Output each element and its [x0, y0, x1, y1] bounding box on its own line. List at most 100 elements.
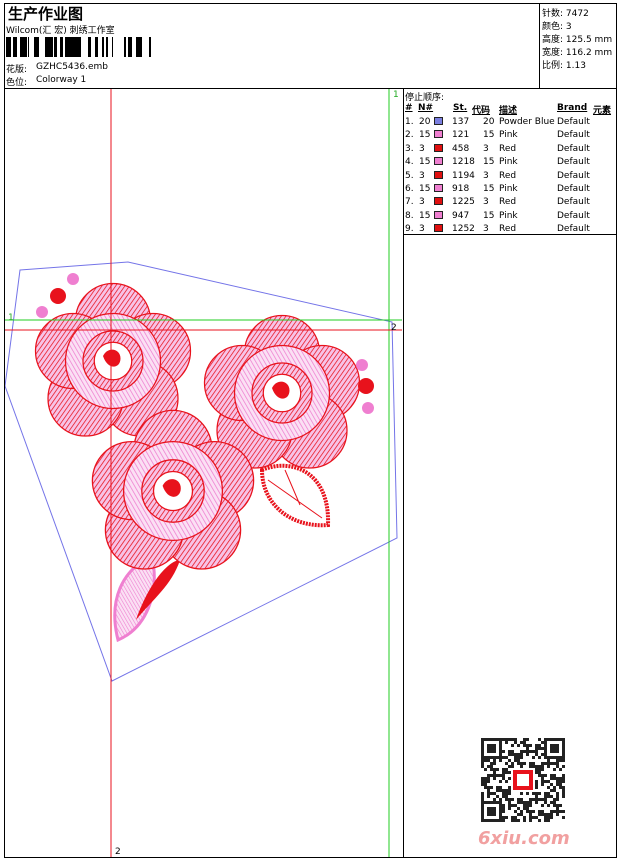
- row-code: 15: [483, 210, 495, 221]
- row-brand: Default: [557, 170, 590, 181]
- row-code: 3: [483, 143, 489, 154]
- stop-row: 2. 15 121 15 Pink Default: [405, 130, 620, 143]
- row-code: 3: [483, 197, 489, 208]
- row-index: 2.: [405, 130, 414, 141]
- row-stitches: 1218: [452, 157, 475, 168]
- stop-row: 3. 3 458 3 Red Default: [405, 143, 620, 157]
- spec-scale: 比例: 1.13: [542, 61, 586, 71]
- row-needle: 20: [419, 117, 431, 127]
- row-description: Red: [499, 197, 517, 208]
- row-needle: 15: [419, 130, 431, 141]
- row-index: 9.: [405, 224, 414, 235]
- row-description: Pink: [499, 130, 518, 141]
- row-needle: 3: [419, 224, 425, 235]
- spec-width: 宽度: 116.2 mm: [542, 48, 613, 58]
- color-swatch: [434, 143, 443, 152]
- row-code: 20: [483, 117, 495, 127]
- stop-row: 6. 15 918 15 Pink Default: [405, 184, 620, 197]
- dot-pink-4: [362, 402, 374, 414]
- leaf-right: [259, 463, 331, 528]
- row-needle: 3: [419, 170, 425, 181]
- row-needle: 15: [419, 184, 431, 194]
- row-description: Red: [499, 170, 517, 181]
- color-swatch: [434, 130, 443, 139]
- row-brand: Default: [557, 117, 590, 127]
- dot-red-1: [50, 288, 66, 304]
- color-swatch: [434, 197, 443, 206]
- row-stitches: 1225: [452, 197, 475, 208]
- row-index: 3.: [405, 143, 414, 154]
- row-brand: Default: [557, 157, 590, 168]
- page-title: 生产作业图: [8, 5, 84, 23]
- pattern-file: GZHC5436.emb: [36, 62, 108, 72]
- stop-row: 5. 3 1194 3 Red Default: [405, 170, 620, 184]
- row-description: Red: [499, 224, 517, 235]
- color-swatch: [434, 210, 443, 219]
- stop-row: 4. 15 1218 15 Pink Default: [405, 157, 620, 170]
- design-canvas: 1 1 2 2: [5, 89, 402, 857]
- dot-pink-3: [356, 359, 368, 371]
- row-needle: 3: [419, 143, 425, 154]
- row-code: 15: [483, 157, 495, 168]
- row-index: 1.: [405, 117, 414, 127]
- row-brand: Default: [557, 224, 590, 235]
- dot-red-2: [358, 378, 374, 394]
- row-index: 7.: [405, 197, 414, 208]
- row-description: Pink: [499, 184, 518, 194]
- row-description: Pink: [499, 157, 518, 168]
- row-stitches: 1252: [452, 224, 475, 235]
- row-stitches: 918: [452, 184, 470, 194]
- row-brand: Default: [557, 143, 590, 154]
- row-code: 3: [483, 224, 489, 235]
- color-swatch: [434, 117, 443, 125]
- stop-sequence-title: 停止顺序:: [405, 93, 445, 103]
- stop-row: 8. 15 947 15 Pink Default: [405, 210, 620, 224]
- color-swatch: [434, 224, 443, 233]
- row-stitches: 1194: [452, 170, 475, 181]
- panel-divider: [403, 88, 404, 858]
- row-index: 4.: [405, 157, 414, 168]
- stop-row: 9. 3 1252 3 Red Default: [405, 224, 620, 237]
- row-brand: Default: [557, 210, 590, 221]
- dot-pink-1: [67, 273, 79, 285]
- spec-stitches: 针数: 7472: [542, 9, 589, 19]
- label-red-v: 2: [115, 847, 121, 857]
- col-brand: Brand: [557, 103, 588, 113]
- col-description: 描述: [499, 106, 518, 116]
- row-code: 3: [483, 170, 489, 181]
- row-description: Red: [499, 143, 517, 154]
- row-brand: Default: [557, 184, 590, 194]
- row-description: Powder Blue: [499, 117, 555, 127]
- row-stitches: 137: [452, 117, 470, 127]
- color-swatch: [434, 184, 443, 192]
- label-green-v: 1: [393, 90, 399, 100]
- watermark-logo: 6xiu.com: [478, 828, 570, 849]
- label-red-h: 2: [391, 323, 397, 333]
- row-stitches: 121: [452, 130, 470, 141]
- row-index: 6.: [405, 184, 414, 194]
- color-swatch: [434, 157, 443, 166]
- row-index: 8.: [405, 210, 414, 221]
- label-green-h: 1: [8, 313, 14, 323]
- row-code: 15: [483, 184, 495, 194]
- row-code: 15: [483, 130, 495, 141]
- stop-row: 1. 20 137 20 Powder Blue Default: [405, 117, 620, 130]
- colorway-label: 色位:: [6, 78, 28, 88]
- barcode: [6, 37, 151, 57]
- row-needle: 15: [419, 210, 431, 221]
- color-swatch: [434, 170, 443, 179]
- spec-colors: 颜色: 3: [542, 22, 572, 32]
- stop-row: 7. 3 1225 3 Red Default: [405, 197, 620, 210]
- col-code: 代码: [472, 106, 491, 116]
- company-name: Wilcom(汇 宏) 刺绣工作室: [6, 26, 115, 36]
- row-brand: Default: [557, 130, 590, 141]
- row-needle: 15: [419, 157, 431, 168]
- spec-height: 高度: 125.5 mm: [542, 35, 613, 45]
- dot-pink-2: [36, 306, 48, 318]
- colorway-value: Colorway 1: [36, 75, 87, 85]
- spec-divider: [539, 3, 540, 89]
- row-brand: Default: [557, 197, 590, 208]
- qr-code: [481, 738, 565, 822]
- row-description: Pink: [499, 210, 518, 221]
- row-index: 5.: [405, 170, 414, 181]
